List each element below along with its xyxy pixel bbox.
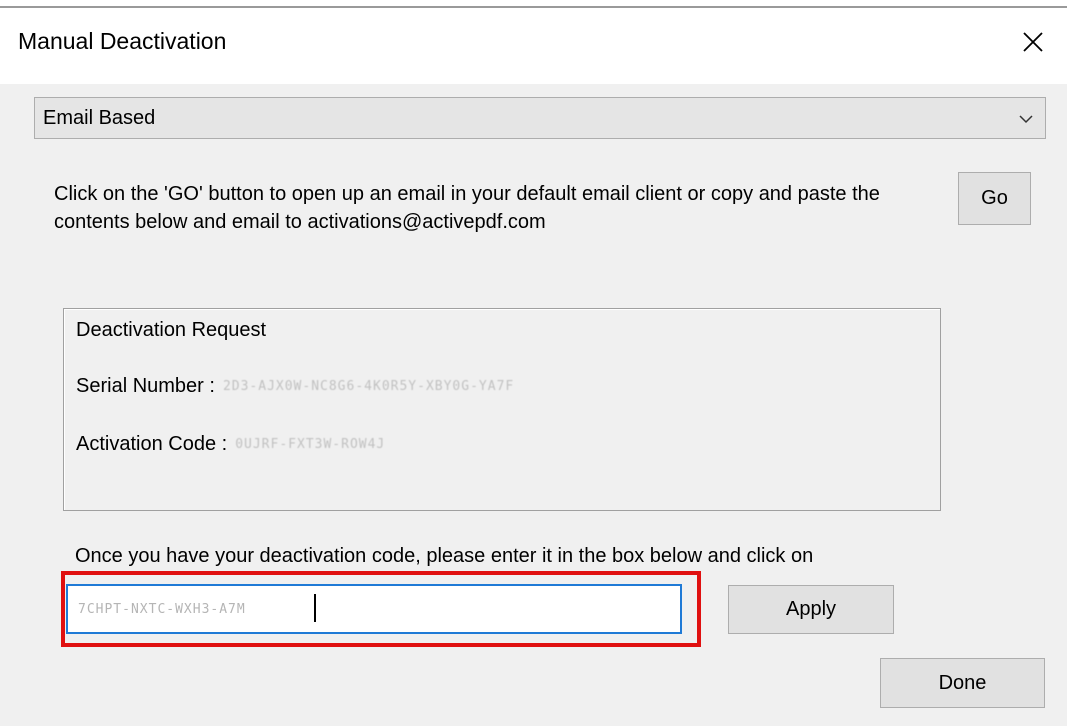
chevron-down-icon [1019, 115, 1033, 124]
activation-code-row: Activation Code : 0UJRF-FXT3W-ROW4J [76, 433, 385, 456]
dropdown-selected-value: Email Based [43, 106, 156, 129]
deactivation-code-input[interactable] [66, 584, 682, 634]
serial-number-label: Serial Number : [76, 375, 215, 397]
serial-number-value: 2D3-AJX0W-NC8G6-4K0R5Y-XBY0G-YA7F [222, 379, 515, 394]
manual-deactivation-dialog: Manual Deactivation Email Based Click on… [0, 0, 1067, 726]
text-caret [314, 594, 316, 622]
title-bar: Manual Deactivation [0, 0, 1067, 84]
apply-button[interactable]: Apply [728, 585, 894, 634]
activation-code-value: 0UJRF-FXT3W-ROW4J [235, 437, 386, 452]
close-icon [1023, 32, 1043, 52]
activation-code-label: Activation Code : [76, 433, 228, 455]
done-button[interactable]: Done [880, 658, 1045, 708]
close-button[interactable] [1011, 20, 1055, 64]
deactivation-code-instruction: Once you have your deactivation code, pl… [75, 545, 814, 567]
email-instructions: Click on the 'GO' button to open up an e… [54, 183, 880, 233]
background-window-edge [0, 0, 1067, 8]
go-button[interactable]: Go [958, 172, 1031, 225]
dialog-title: Manual Deactivation [18, 28, 227, 54]
deactivation-request-box[interactable]: Deactivation Request Serial Number : 2D3… [63, 308, 941, 511]
request-title: Deactivation Request [76, 319, 267, 341]
deactivation-method-dropdown[interactable]: Email Based [34, 97, 1046, 139]
serial-number-row: Serial Number : 2D3-AJX0W-NC8G6-4K0R5Y-X… [76, 375, 514, 398]
